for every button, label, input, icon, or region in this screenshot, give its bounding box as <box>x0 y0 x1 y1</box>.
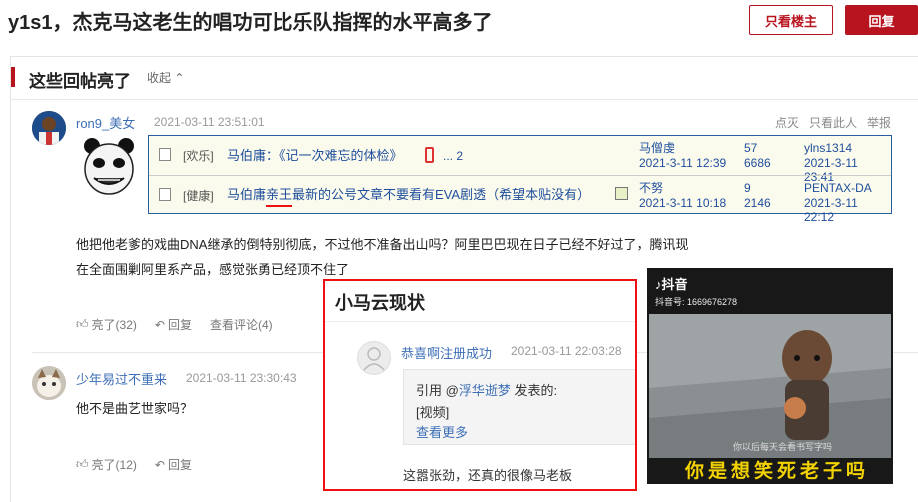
reply-link[interactable]: ↶ 回复 <box>155 456 192 473</box>
see-more-link: 查看更多 <box>416 425 469 440</box>
post-meta-actions: 点灭 只看此人 举报 <box>775 114 891 131</box>
like-button[interactable]: 👍︎ 亮了(32) <box>76 316 137 333</box>
last-reply-user[interactable]: PENTAX-DA <box>804 181 872 195</box>
checkbox-icon <box>159 148 171 161</box>
thread-author[interactable]: 马僧虔 <box>639 141 675 155</box>
thread-replies: 9 <box>744 181 751 195</box>
video-still: ♪抖音 抖音号: 1669676278 你以后每天会看书写字吗 你是想笑死老子吗 <box>647 268 893 484</box>
collapse-label: 收起 <box>147 71 172 85</box>
reply-arrow-icon: ↶ <box>154 317 165 332</box>
only-this-user-link[interactable]: 只看此人 <box>809 114 857 131</box>
thread-views: 6686 <box>744 156 771 170</box>
video-subtitle: 你是想笑死老子吗 <box>685 461 870 482</box>
report-link[interactable]: 举报 <box>867 114 891 131</box>
post-username[interactable]: 少年易过不重来 <box>76 369 167 388</box>
post-timestamp: 2021-03-11 23:51:01 <box>154 115 265 129</box>
quote-suffix: 发表的: <box>510 383 558 398</box>
mobile-icon <box>425 147 434 163</box>
quoted-block: 引用 @浮华逝梦 发表的: [视频] 查看更多 <box>403 369 635 445</box>
screenshot-username: 恭喜啊注册成功 <box>401 346 493 361</box>
reply-label: 回复 <box>167 318 192 332</box>
quote-header: 引用 @浮华逝梦 发表的: <box>416 380 557 399</box>
douyin-account: 抖音号: 1669676278 <box>655 297 738 307</box>
thread-author-date: 2021-3-11 12:39 <box>639 156 727 170</box>
reply-link[interactable]: ↶ 回复 <box>155 316 192 333</box>
like-button[interactable]: 👍︎ 亮了(12) <box>76 456 137 473</box>
post-timestamp: 2021-03-11 23:30:43 <box>186 371 297 385</box>
avatar[interactable] <box>32 366 66 400</box>
quoted-thread-table: [欢乐] 马伯庸：《记一次难忘的体检》 ... 2 马僧虔 2021-3-11 … <box>148 135 892 224</box>
post-username[interactable]: ron9_美女 <box>76 113 135 132</box>
avatar[interactable] <box>32 111 66 145</box>
reply-arrow-icon: ↶ <box>154 457 165 472</box>
thread-subject-link[interactable]: 马伯庸：《记一次难忘的体检》 <box>227 149 403 163</box>
thread-title: y1s1，杰克马这老生的唱功可比乐队指挥的水平高多了 <box>8 12 493 34</box>
thread-author[interactable]: 不努 <box>639 181 663 195</box>
hot-replies-title: 这些回帖亮了 <box>29 72 131 91</box>
subject-part: 马伯庸 <box>227 187 267 202</box>
post-actions: 👍︎ 亮了(32) ↶ 回复 查看评论(4) <box>76 316 273 333</box>
hot-replies-header: 这些回帖亮了 收起 ⌃ <box>11 57 918 100</box>
thumbs-up-icon: 👍︎ <box>76 317 89 331</box>
downvote-link[interactable]: 点灭 <box>775 114 799 131</box>
like-count: 亮了(32) <box>91 318 137 332</box>
table-row[interactable]: [欢乐] 马伯庸：《记一次难忘的体检》 ... 2 马僧虔 2021-3-11 … <box>149 136 891 184</box>
table-row[interactable]: [健康] 马伯庸亲王最新的公号文章不要看有EVA剧透（希望本贴没有） 不努 20… <box>149 175 891 224</box>
default-avatar-icon <box>357 341 391 375</box>
post-content-line: 他把他老爹的戏曲DNA继承的倒特别彻底，不过他不准备出山吗？阿里巴巴现在日子已经… <box>76 237 689 252</box>
video-subtitle-small: 你以后每天会看书写字吗 <box>733 442 833 452</box>
thread-replies: 57 <box>744 141 758 155</box>
checkbox-icon <box>159 188 171 201</box>
last-reply-user[interactable]: ylns1314 <box>804 141 852 155</box>
quote-body: [视频] <box>416 405 450 420</box>
owner-only-button[interactable]: 只看楼主 <box>749 5 833 35</box>
section-accent-bar <box>11 67 15 87</box>
post-actions: 👍︎ 亮了(12) ↶ 回复 <box>76 456 192 473</box>
app-name: 抖音 <box>661 277 688 292</box>
thread-pages[interactable]: ... 2 <box>443 149 463 163</box>
thread-category: [健康] <box>183 189 214 203</box>
screenshot-text: 这嚣张劲，还真的很像马老板 <box>403 468 573 483</box>
thread-header: y1s1，杰克马这老生的唱功可比乐队指挥的水平高多了 只看楼主 回复 <box>0 0 918 42</box>
post-content: 他把他老爹的戏曲DNA继承的倒特别彻底，不过他不准备出山吗？阿里巴巴现在日子已经… <box>76 232 688 282</box>
meme-image <box>80 136 138 196</box>
image-attachment-icon <box>615 187 628 200</box>
embedded-screenshot: 小马云现状 恭喜啊注册成功 2021-03-11 22:03:28 引用 @浮华… <box>323 279 637 491</box>
subject-part: 最新的公号文章不要看有EVA剧透（希望本贴没有） <box>292 187 591 202</box>
douyin-logo: ♪抖音 <box>655 274 688 293</box>
thread-category: [欢乐] <box>183 149 214 163</box>
post-content: 他不是曲艺世家吗？ <box>76 401 194 416</box>
thread-author-date: 2021-3-11 10:18 <box>639 196 727 210</box>
chevron-up-icon: ⌃ <box>174 71 185 85</box>
view-comments-link[interactable]: 查看评论(4) <box>210 316 273 333</box>
reply-label: 回复 <box>167 458 192 472</box>
like-count: 亮了(12) <box>91 458 137 472</box>
quote-user: 浮华逝梦 <box>458 383 511 398</box>
thread-subject-link[interactable]: 马伯庸亲王最新的公号文章不要看有EVA剧透（希望本贴没有） <box>227 187 591 207</box>
thread-views: 2146 <box>744 196 771 210</box>
screenshot-title: 小马云现状 <box>335 293 425 313</box>
screenshot-timestamp: 2021-03-11 22:03:28 <box>511 344 622 358</box>
divider <box>325 321 635 322</box>
collapse-toggle[interactable]: 收起 ⌃ <box>147 69 184 86</box>
thumbs-up-icon: 👍︎ <box>76 457 89 471</box>
reply-button[interactable]: 回复 <box>845 5 918 35</box>
subject-highlight: 亲王 <box>266 187 293 207</box>
last-reply-date: 2021-3-11 22:12 <box>804 196 858 224</box>
quote-prefix: 引用 @ <box>416 383 459 398</box>
